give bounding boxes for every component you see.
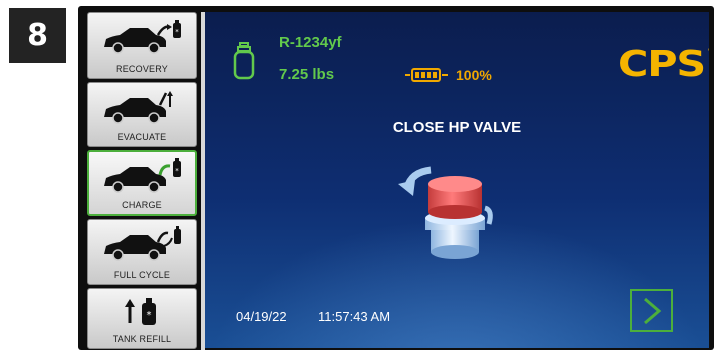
- tank-refill-icon: *: [125, 298, 156, 325]
- car-recovery-icon: *: [104, 20, 181, 54]
- sidebar-item-evacuate[interactable]: EVACUATE: [87, 82, 197, 147]
- car-evacuate-icon: [104, 91, 173, 124]
- battery-icon: [405, 68, 448, 82]
- svg-text:*: *: [147, 310, 152, 321]
- sidebar-item-label: TANK REFILL: [112, 334, 172, 344]
- sidebar-item-label: EVACUATE: [117, 132, 167, 142]
- chevron-right-icon: [643, 297, 661, 324]
- footer-time: 11:57:43 AM: [318, 309, 391, 324]
- instruction-text: CLOSE HP VALVE: [392, 119, 522, 136]
- tank-weight: 7.25 lbs: [279, 66, 335, 83]
- refrigerant-tank-icon: [233, 42, 255, 80]
- step-number-badge: 8: [9, 8, 66, 63]
- car-charge-icon: *: [104, 158, 181, 193]
- sidebar: * RECOVERY EVACUATE * CHARGE FULL CYCLE …: [87, 12, 199, 349]
- sidebar-item-label: RECOVERY: [116, 64, 168, 74]
- sidebar-item-label: CHARGE: [122, 200, 162, 210]
- battery-percent: 100%: [456, 67, 492, 83]
- next-button[interactable]: [630, 289, 673, 332]
- sidebar-item-full-cycle[interactable]: FULL CYCLE: [87, 219, 197, 285]
- main-screen: R-1234yf 7.25 lbs 100% CPS® CLOSE HP VAL…: [205, 12, 709, 348]
- hp-valve-illustration: [398, 166, 493, 259]
- svg-text:*: *: [175, 28, 179, 36]
- car-full-cycle-icon: [104, 226, 181, 261]
- svg-text:*: *: [175, 167, 179, 175]
- brand-logo-text: CPS: [618, 44, 706, 85]
- footer-date: 04/19/22: [236, 309, 287, 324]
- brand-logo: CPS®: [618, 47, 709, 83]
- sidebar-item-recovery[interactable]: * RECOVERY: [87, 12, 197, 79]
- sidebar-item-tank-refill[interactable]: * TANK REFILL: [87, 288, 197, 349]
- sidebar-item-charge[interactable]: * CHARGE: [87, 150, 197, 216]
- refrigerant-type: R-1234yf: [279, 34, 342, 51]
- sidebar-item-label: FULL CYCLE: [113, 270, 171, 280]
